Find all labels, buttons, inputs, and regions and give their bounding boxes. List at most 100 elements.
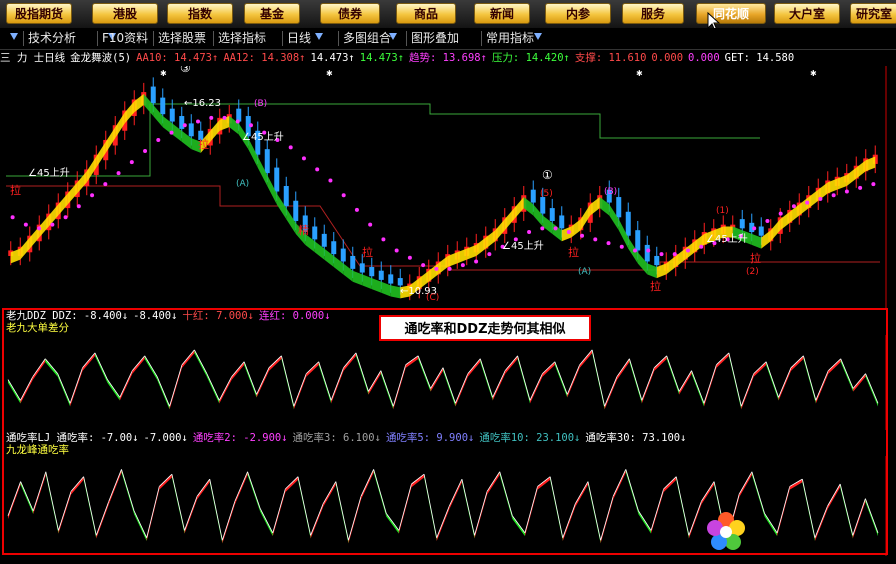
ddz-edge — [716, 352, 730, 366]
tcl-edge — [448, 478, 463, 507]
tcl-edge — [95, 500, 110, 536]
wave-marker: (B) — [254, 99, 267, 109]
star-marker-icon: ✱ — [810, 69, 817, 78]
site-watermark — [702, 508, 892, 560]
angle-label: ∠45上升 — [502, 240, 544, 252]
nav-button-7[interactable]: 新闻 — [474, 3, 530, 24]
tcl-edge — [600, 496, 614, 541]
toolbar-separator — [153, 31, 154, 46]
trend-point — [143, 149, 148, 154]
candle-body — [644, 244, 650, 262]
toolbar-item-7[interactable]: 图形叠加 — [411, 30, 459, 47]
toolbar-item-2[interactable]: F10资料 — [102, 30, 148, 47]
trend-point — [474, 259, 479, 264]
candle-body — [312, 226, 318, 240]
indicator-value: 0.000 — [651, 52, 684, 64]
ddz-edge — [455, 373, 469, 404]
toolbar-item-8[interactable]: 常用指标 — [486, 30, 534, 47]
candle-body — [150, 86, 156, 104]
nav-button-3[interactable]: 指数 — [167, 3, 233, 24]
toolbar-item-4[interactable]: 选择指标 — [218, 30, 266, 47]
nav-button-12[interactable]: 研究室 — [850, 3, 896, 24]
wave-marker: ③ — [180, 66, 191, 75]
tcl-edge — [259, 508, 274, 534]
indicator-value: 连红: 0.000↓ — [259, 310, 331, 322]
wave-marker: (C) — [426, 293, 439, 303]
wave-marker: (2) — [746, 267, 759, 277]
candle-body — [359, 263, 365, 273]
dropdown-arrow-icon[interactable] — [534, 33, 542, 40]
toolbar-item-5[interactable]: 日线 — [287, 30, 311, 47]
indicator-value: 通吃率3: 6.100↓ — [292, 432, 381, 444]
toolbar-separator — [213, 31, 214, 46]
ribbon-segment — [561, 226, 572, 242]
ddz-edge — [194, 349, 208, 374]
analysis-toolbar: 技术分析 F10资料 选择股票 选择指标 日线 多图组合 图形叠加 常用指标 — [0, 28, 896, 50]
nav-button-4[interactable]: 基金 — [244, 3, 300, 24]
nav-button-5[interactable]: 债券 — [320, 3, 380, 24]
toolbar-item-6[interactable]: 多图组合 — [343, 30, 391, 47]
indicator-value: 通吃率30: 73.100↓ — [585, 432, 687, 444]
trend-point — [633, 248, 638, 253]
tcl-edge — [549, 476, 564, 538]
nav-button-6[interactable]: 商品 — [396, 3, 456, 24]
candle-body — [625, 211, 631, 236]
ddz-edge — [181, 349, 195, 365]
dropdown-arrow-icon[interactable] — [389, 33, 397, 40]
trend-point — [487, 252, 492, 257]
ddz-edge — [243, 361, 257, 395]
ddz-edge — [20, 376, 34, 401]
trend-point — [156, 137, 161, 142]
candle-body — [758, 226, 764, 236]
trend-point — [169, 130, 174, 135]
indicator-value: 支撑: 11.610 — [574, 52, 647, 64]
ddz-edge — [32, 358, 46, 377]
nav-button-8[interactable]: 内参 — [545, 3, 611, 24]
toolbar-left-arrow-icon[interactable] — [10, 33, 18, 40]
toolbar-item-3[interactable]: 选择股票 — [158, 30, 206, 47]
ribbon-segment — [210, 119, 220, 142]
ddz-edge — [69, 367, 83, 404]
tcl-edge — [587, 481, 601, 541]
toolbar-item-1[interactable]: 技术分析 — [28, 30, 76, 47]
main-price-chart[interactable]: ←16.23←10.93∠45上升∠45上升∠45上升∠45上升拉拉拉 拉拉拉精③… — [0, 66, 896, 308]
indicator-value: 0.000 — [688, 52, 720, 64]
nav-button-11[interactable]: 大户室 — [774, 3, 840, 24]
tcl-edge — [221, 500, 236, 541]
trend-point — [315, 167, 320, 172]
tcl-edge — [171, 474, 185, 531]
ddz-indicator-chart[interactable] — [0, 335, 896, 430]
candle-body — [321, 233, 327, 247]
nav-button-9[interactable]: 服务 — [622, 3, 684, 24]
trend-point — [805, 200, 810, 205]
ribbon-segment — [438, 255, 448, 275]
trend-point — [818, 196, 823, 201]
trend-point — [460, 263, 465, 268]
trend-point — [248, 123, 253, 128]
ribbon-segment — [362, 274, 372, 290]
indicator-value: 三 力 士日线 — [0, 52, 66, 64]
dropdown-arrow-icon[interactable] — [315, 33, 323, 40]
trend-point — [288, 145, 293, 150]
tcl-edge — [310, 503, 324, 536]
trend-point — [844, 189, 849, 194]
angle-label: ∠45上升 — [706, 233, 748, 245]
indicator-value: 老九DDZ DDZ: -8.400↓ — [6, 310, 129, 322]
ddz-edge — [467, 358, 481, 374]
tcl-edge — [499, 471, 513, 516]
nav-button-2[interactable]: 港股 — [92, 3, 158, 24]
ddz-edge — [654, 355, 667, 368]
tcl-edge — [32, 471, 47, 512]
ddz-edge — [430, 367, 444, 389]
trend-point — [659, 252, 664, 257]
ddz-edge — [678, 370, 692, 392]
ddz-edge — [641, 367, 655, 401]
nav-button-1[interactable]: 股指期货 — [6, 3, 72, 24]
ddz-edge — [815, 370, 829, 401]
candle-body — [179, 116, 185, 129]
ddz-edge — [542, 361, 556, 374]
ribbon-segment — [647, 263, 657, 279]
ribbon-segment — [58, 193, 68, 216]
tcl-edge — [322, 481, 337, 504]
ddz-edge — [368, 370, 382, 392]
